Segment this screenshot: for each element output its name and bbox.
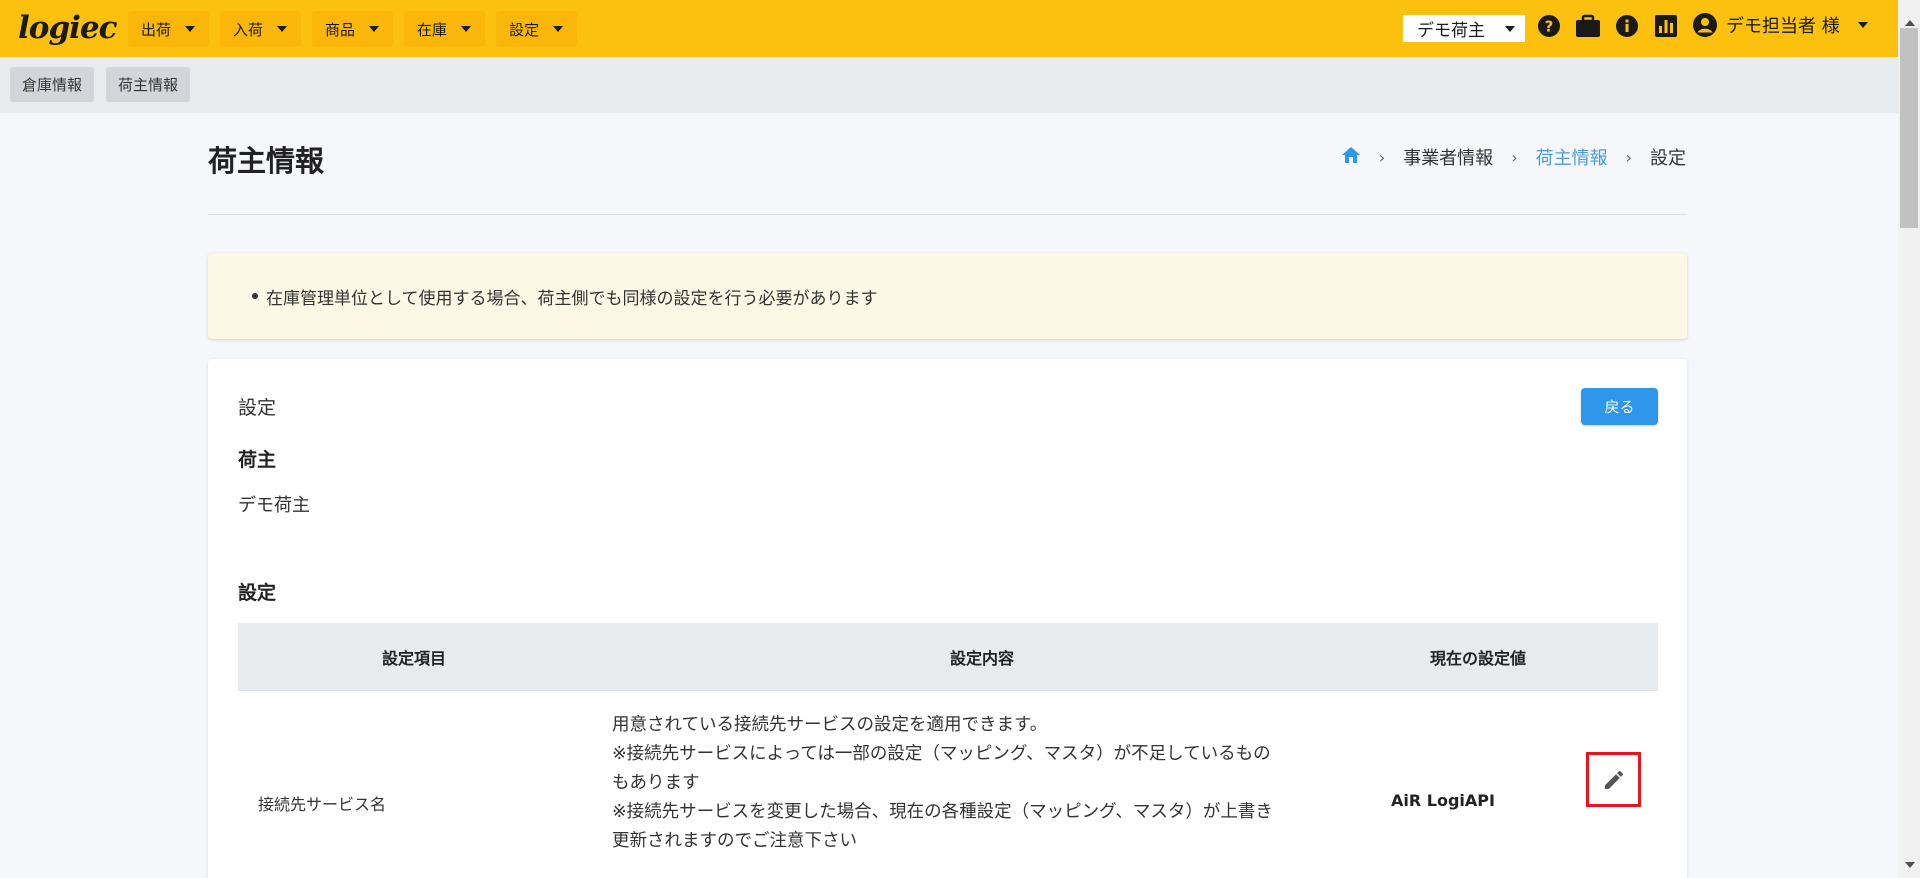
shipper-select[interactable]: デモ荷主 [1403,15,1525,42]
nav-settings[interactable]: 設定 [496,11,578,47]
user-name: デモ担当者 様 [1726,16,1840,37]
caret-down-icon [553,26,564,32]
logo-text: logiec [18,10,118,46]
main-nav: 出荷 入荷 商品 在庫 設定 [128,11,578,47]
nav-label: 出荷 [141,20,172,39]
chart-icon[interactable] [1653,13,1679,39]
caret-down-icon [461,26,472,32]
divider [208,214,1687,215]
scroll-up-arrow-icon[interactable] [1905,20,1915,26]
briefcase-icon[interactable] [1575,13,1601,39]
shipper-section-label: 荷主 [238,449,277,471]
breadcrumb-item-link[interactable]: 荷主情報 [1536,144,1608,170]
notice-alert: 在庫管理単位として使用する場合、荷主側でも同様の設定を行う必要があります [208,253,1687,339]
user-menu[interactable]: デモ担当者 様 [1692,12,1868,38]
column-header: 現在の設定値 [1429,649,1527,668]
info-icon[interactable] [1614,13,1640,39]
breadcrumb-item[interactable]: 事業者情報 [1403,144,1493,170]
tab-warehouse-info[interactable]: 倉庫情報 [10,67,95,102]
edit-button[interactable] [1586,752,1641,807]
column-header: 設定内容 [949,649,1015,668]
shipper-name: デモ荷主 [238,495,310,516]
card-title: 設定 [238,397,277,419]
svg-text:?: ? [1545,18,1554,36]
caret-down-icon [1857,22,1868,28]
scroll-down-arrow-icon[interactable] [1905,862,1915,868]
shipper-select-value: デモ荷主 [1417,21,1485,41]
description-line: 更新されますのでご注意下さい [612,831,857,851]
column-header: 設定項目 [381,649,447,668]
chevron-right-icon: › [1378,147,1386,167]
tab-shipper-info[interactable]: 荷主情報 [106,67,191,102]
setting-value: AiR LogiAPI [1391,791,1495,810]
bullet-icon [252,293,258,299]
nav-label: 設定 [509,20,540,39]
nav-shipping[interactable]: 出荷 [128,11,210,47]
nav-label: 商品 [325,20,356,39]
setting-item: 接続先サービス名 [258,795,387,814]
caret-down-icon [185,26,196,32]
description-line: もあります [612,773,700,793]
caret-down-icon [369,26,380,32]
table-header: 設定項目 設定内容 現在の設定値 [238,623,1658,690]
setting-description: 用意されている接続先サービスの設定を適用できます。 ※接続先サービスによっては一… [612,711,1352,856]
settings-card: 設定 戻る 荷主 デモ荷主 設定 設定項目 設定内容 現在の設定値 接続先サービ… [208,359,1687,878]
table-row: 接続先サービス名 用意されている接続先サービスの設定を適用できます。 ※接続先サ… [238,690,1658,878]
nav-label: 在庫 [417,20,448,39]
caret-down-icon [277,26,288,32]
sub-nav: 倉庫情報 荷主情報 [0,57,1898,113]
chevron-right-icon: › [1625,147,1632,167]
settings-section-label: 設定 [238,582,277,604]
nav-label: 入荷 [233,20,264,39]
tab-label: 荷主情報 [118,76,179,94]
nav-products[interactable]: 商品 [312,11,394,47]
home-icon[interactable] [1341,146,1361,169]
description-line: 用意されている接続先サービスの設定を適用できます。 [612,715,1048,735]
pencil-icon [1604,770,1623,789]
page-title: 荷主情報 [208,144,325,178]
description-line: ※接続先サービスを変更した場合、現在の各種設定（マッピング、マスタ）が上書き [612,802,1273,822]
description-line: ※接続先サービスによっては一部の設定（マッピング、マスタ）が不足しているもの [612,744,1271,764]
back-button[interactable]: 戻る [1581,388,1658,425]
scrollbar-thumb[interactable] [1900,28,1918,228]
chevron-right-icon: › [1511,147,1518,167]
caret-down-icon [1505,25,1515,32]
user-icon [1693,13,1717,37]
tab-label: 倉庫情報 [22,76,83,94]
alert-message: 在庫管理単位として使用する場合、荷主側でも同様の設定を行う必要があります [266,289,878,309]
top-bar: logiec 出荷 入荷 商品 在庫 設定 デモ荷主 ? デモ担当者 様 [0,0,1898,57]
help-icon[interactable]: ? [1536,13,1562,39]
breadcrumb-current: 設定 [1650,148,1686,169]
header-icons: ? [1536,13,1679,39]
logo[interactable]: logiec [18,10,118,46]
nav-inventory[interactable]: 在庫 [404,11,486,47]
nav-receiving[interactable]: 入荷 [220,11,302,47]
breadcrumb: › 事業者情報 › 荷主情報 › 設定 [1341,144,1686,170]
